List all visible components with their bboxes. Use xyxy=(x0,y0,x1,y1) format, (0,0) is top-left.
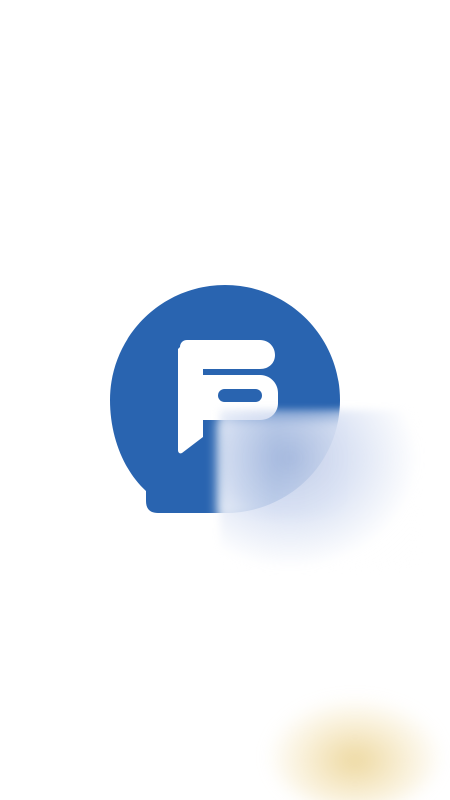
splash-screen xyxy=(0,0,450,800)
gold-glow xyxy=(270,700,440,800)
blur-highlight xyxy=(220,410,420,570)
